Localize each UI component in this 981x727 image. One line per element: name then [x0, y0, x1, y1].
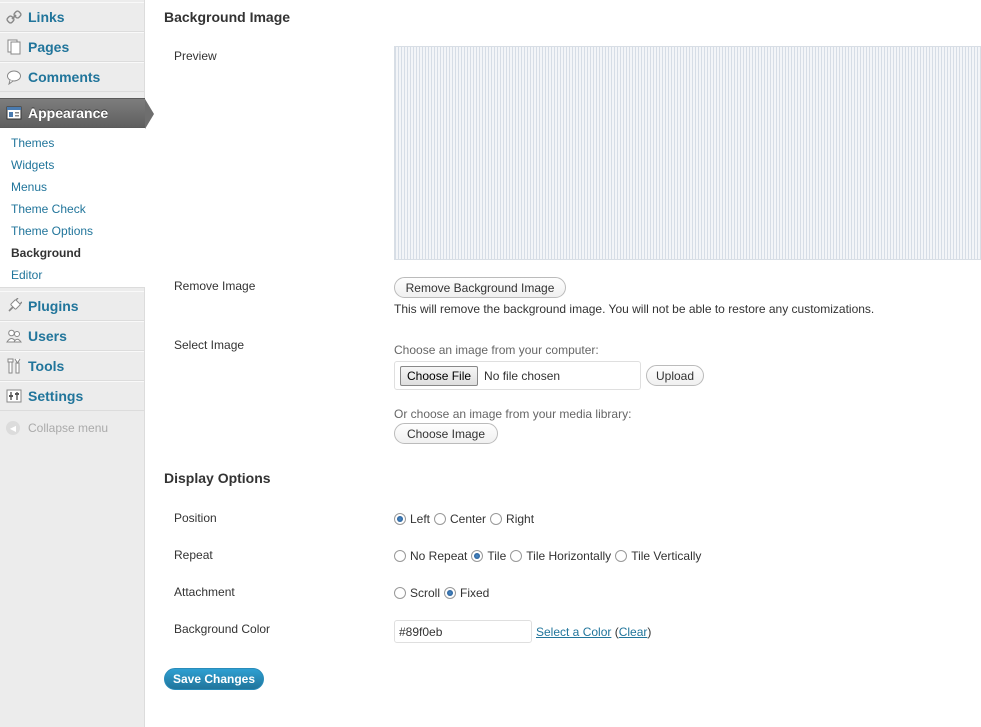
- repeat-tile-horizontally-label[interactable]: Tile Horizontally: [526, 549, 611, 563]
- menu-links[interactable]: Links: [0, 2, 144, 32]
- pages-icon: [6, 39, 22, 55]
- choose-library-text: Or choose an image from your media libra…: [394, 407, 632, 421]
- background-color-input[interactable]: #89f0eb: [394, 620, 532, 643]
- select-image-label: Select Image: [174, 338, 245, 352]
- comments-icon: [6, 69, 22, 85]
- clear-color-link[interactable]: Clear: [619, 625, 648, 639]
- attachment-fixed-radio[interactable]: [444, 587, 457, 599]
- tools-icon: [6, 358, 22, 374]
- repeat-tile-vertically-label[interactable]: Tile Vertically: [631, 549, 701, 563]
- collapse-menu-label: Collapse menu: [28, 421, 109, 435]
- menu-plugins[interactable]: Plugins: [0, 291, 144, 321]
- paren-close: ): [647, 625, 652, 639]
- menu-tools[interactable]: Tools: [0, 351, 144, 381]
- appearance-icon: [6, 105, 22, 121]
- position-center-label[interactable]: Center: [450, 512, 486, 526]
- attachment-scroll-radio[interactable]: [394, 587, 406, 599]
- menu-settings[interactable]: Settings: [0, 381, 144, 411]
- attachment-scroll-label[interactable]: Scroll: [410, 586, 440, 600]
- repeat-tile-label[interactable]: Tile: [487, 549, 506, 563]
- menu-users[interactable]: Users: [0, 321, 144, 351]
- menu-settings-label: Settings: [28, 388, 84, 404]
- menu-users-label: Users: [28, 328, 67, 344]
- save-changes-button[interactable]: Save Changes: [164, 668, 264, 690]
- choose-computer-text: Choose an image from your computer:: [394, 343, 599, 357]
- repeat-label: Repeat: [174, 548, 213, 562]
- position-right-radio[interactable]: [490, 513, 503, 525]
- settings-icon: [6, 388, 22, 404]
- background-preview: [394, 46, 981, 260]
- repeat-no-repeat-label[interactable]: No Repeat: [410, 549, 467, 563]
- no-file-chosen-text: No file chosen: [484, 368, 561, 383]
- position-left-label[interactable]: Left: [410, 512, 430, 526]
- remove-background-image-button[interactable]: Remove Background Image: [394, 277, 566, 298]
- attachment-label: Attachment: [174, 585, 235, 599]
- repeat-tile-radio[interactable]: [471, 550, 484, 562]
- menu-comments-label: Comments: [28, 69, 101, 85]
- background-image-heading: Background Image: [164, 9, 291, 25]
- menu-plugins-label: Plugins: [28, 298, 79, 314]
- main-content: Background Image Preview Remove Image Re…: [146, 0, 981, 727]
- menu-comments[interactable]: Comments: [0, 62, 144, 92]
- repeat-tile-vertically-radio[interactable]: [615, 550, 628, 562]
- position-center-radio[interactable]: [434, 513, 447, 525]
- position-right-label[interactable]: Right: [506, 512, 534, 526]
- choose-file-button[interactable]: Choose File: [400, 365, 479, 386]
- menu-links-label: Links: [28, 9, 65, 25]
- collapse-menu[interactable]: ◀ Collapse menu: [0, 418, 144, 438]
- menu-pages-label: Pages: [28, 39, 70, 55]
- users-icon: [6, 328, 22, 344]
- attachment-fixed-label[interactable]: Fixed: [460, 586, 489, 600]
- upload-button[interactable]: Upload: [646, 365, 704, 386]
- admin-sidebar: Links Pages Comments Appearance Themes W…: [0, 0, 154, 727]
- submenu-menus[interactable]: Menus: [11, 180, 47, 194]
- plugins-icon: [6, 298, 22, 314]
- submenu-editor[interactable]: Editor: [11, 268, 42, 282]
- submenu-theme-check[interactable]: Theme Check: [11, 202, 86, 216]
- submenu-widgets[interactable]: Widgets: [11, 158, 54, 172]
- display-options-heading: Display Options: [164, 470, 271, 486]
- repeat-no-repeat-radio[interactable]: [394, 550, 406, 562]
- position-radio-group: Left Center Right: [394, 512, 538, 526]
- appearance-submenu: Themes Widgets Menus Theme Check Theme O…: [0, 128, 145, 288]
- remove-image-description: This will remove the background image. Y…: [394, 302, 875, 316]
- submenu-background[interactable]: Background: [11, 246, 81, 260]
- menu-tools-label: Tools: [28, 358, 65, 374]
- submenu-theme-options[interactable]: Theme Options: [11, 224, 93, 238]
- background-color-label: Background Color: [174, 622, 271, 636]
- file-input[interactable]: Choose File No file chosen: [394, 361, 641, 390]
- position-left-radio[interactable]: [394, 513, 406, 525]
- menu-pages[interactable]: Pages: [0, 32, 144, 62]
- menu-appearance[interactable]: Appearance: [0, 98, 154, 129]
- repeat-tile-horizontally-radio[interactable]: [510, 550, 523, 562]
- repeat-radio-group: No Repeat Tile Tile Horizontally Tile Ve…: [394, 549, 705, 563]
- submenu-themes[interactable]: Themes: [11, 136, 54, 150]
- select-color-link[interactable]: Select a Color: [536, 625, 611, 639]
- collapse-arrow-icon: ◀: [6, 421, 20, 435]
- choose-image-button[interactable]: Choose Image: [394, 423, 498, 444]
- color-links: Select a Color (Clear): [536, 625, 651, 639]
- position-label: Position: [174, 511, 217, 525]
- preview-label: Preview: [174, 49, 217, 63]
- remove-image-label: Remove Image: [174, 279, 256, 293]
- attachment-radio-group: Scroll Fixed: [394, 586, 493, 600]
- menu-appearance-label: Appearance: [28, 105, 109, 121]
- links-icon: [6, 9, 22, 25]
